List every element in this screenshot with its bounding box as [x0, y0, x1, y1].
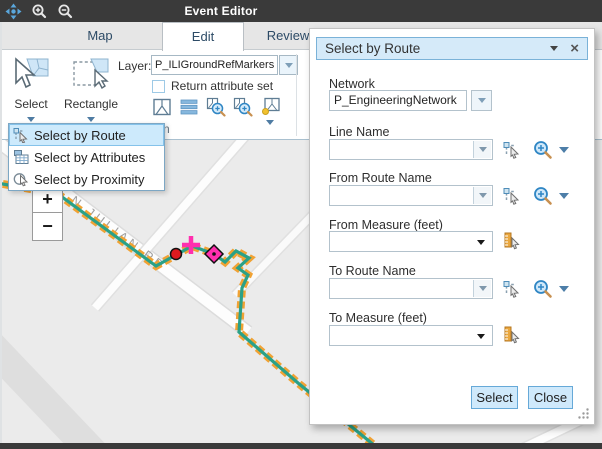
to-measure-combobox[interactable] [329, 325, 493, 346]
select-tool-caret-icon[interactable] [27, 117, 35, 122]
event-editor-window: N JULIAN RD + − [0, 0, 602, 449]
select-by-attributes-icon [13, 149, 29, 165]
from-measure-pick-icon[interactable] [503, 232, 521, 250]
zoom-out-icon[interactable] [57, 3, 74, 20]
rectangle-tool-caret-icon[interactable] [87, 117, 95, 122]
return-attribute-set-label: Return attribute set [171, 79, 273, 93]
return-attribute-set-checkbox[interactable] [152, 80, 165, 93]
select-by-route-icon [13, 127, 29, 143]
line-name-combobox[interactable] [329, 139, 493, 160]
network-dropdown-button[interactable] [471, 90, 492, 111]
from-measure-dropdown-icon[interactable] [477, 240, 485, 245]
line-select-on-map-icon[interactable] [503, 141, 521, 159]
menu-item-label: Select by Attributes [34, 150, 145, 165]
selection-options-caret-icon[interactable] [266, 120, 274, 125]
rectangle-tool-label: Rectangle [62, 97, 120, 111]
layer-label: Layer: [118, 59, 151, 73]
from-route-select-on-map-icon[interactable] [503, 187, 521, 205]
tab-edit[interactable]: Edit [162, 22, 244, 51]
to-route-label: To Route Name [329, 264, 416, 278]
to-route-combobox[interactable] [329, 278, 493, 299]
zoom-in-icon[interactable] [31, 3, 48, 20]
panel-resize-grip[interactable] [577, 407, 590, 420]
window-bottom-bar [0, 443, 602, 449]
panel-collapse-icon[interactable] [550, 46, 558, 51]
select-tool-label: Select [6, 97, 56, 111]
map-zoom-out-button[interactable]: − [32, 213, 63, 241]
select-dropdown-menu: Select by Route Select by Attributes Sel… [8, 123, 165, 191]
select-tool-button[interactable]: Select [6, 56, 56, 125]
from-route-combobox[interactable] [329, 185, 493, 206]
panel-close-icon[interactable]: × [570, 41, 579, 56]
ribbon-group-separator [296, 54, 297, 136]
select-button[interactable]: Select [471, 386, 518, 409]
zoom-to-selection-icon[interactable] [206, 97, 226, 117]
select-by-proximity-icon [13, 171, 29, 187]
from-route-label: From Route Name [329, 171, 432, 185]
menu-item-select-by-attributes[interactable]: Select by Attributes [9, 146, 164, 168]
pan-to-selection-icon[interactable] [233, 97, 253, 117]
title-bar: Event Editor [0, 0, 602, 22]
from-route-dropdown-button[interactable] [473, 187, 491, 204]
to-measure-dropdown-icon[interactable] [477, 334, 485, 339]
to-measure-pick-icon[interactable] [503, 326, 521, 344]
to-route-dropdown-button[interactable] [473, 280, 491, 297]
to-route-zoom-icon[interactable] [533, 279, 553, 299]
select-by-route-panel: Select by Route × Network P_EngineeringN… [309, 28, 595, 425]
from-route-zoom-caret-icon[interactable] [559, 193, 569, 199]
layer-combobox[interactable]: P_ILIGroundRefMarkers [151, 55, 278, 75]
menu-item-label: Select by Route [34, 128, 126, 143]
rectangle-tool-button[interactable]: Rectangle [62, 56, 120, 125]
from-measure-combobox[interactable] [329, 231, 493, 252]
from-route-zoom-icon[interactable] [533, 186, 553, 206]
select-tool-icon [11, 56, 51, 92]
close-button[interactable]: Close [528, 386, 573, 409]
network-label: Network [329, 77, 375, 91]
app-title: Event Editor [160, 4, 282, 18]
pan-tool-icon[interactable] [5, 3, 22, 20]
line-zoom-icon[interactable] [533, 140, 553, 160]
panel-header[interactable]: Select by Route × [316, 37, 588, 60]
diamond-center-dot [212, 252, 216, 256]
window-left-edge [0, 22, 2, 443]
menu-item-select-by-route[interactable]: Select by Route [9, 124, 164, 146]
to-route-select-on-map-icon[interactable] [503, 280, 521, 298]
rectangle-tool-icon [71, 56, 111, 92]
network-combobox[interactable]: P_EngineeringNetwork [329, 90, 467, 111]
red-point-marker [171, 249, 182, 260]
attributes-list-icon[interactable] [179, 97, 199, 117]
line-zoom-caret-icon[interactable] [559, 147, 569, 153]
line-name-dropdown-button[interactable] [473, 141, 491, 158]
line-name-label: Line Name [329, 125, 389, 139]
selection-options-icon[interactable] [261, 97, 281, 117]
to-route-zoom-caret-icon[interactable] [559, 286, 569, 292]
road-wide [0, 336, 102, 443]
tab-map[interactable]: Map [58, 22, 142, 50]
to-measure-label: To Measure (feet) [329, 311, 427, 325]
selectable-layers-icon[interactable] [152, 97, 172, 117]
panel-title: Select by Route [325, 41, 420, 56]
menu-item-select-by-proximity[interactable]: Select by Proximity [9, 168, 164, 190]
from-measure-label: From Measure (feet) [329, 218, 443, 232]
menu-item-label: Select by Proximity [34, 172, 145, 187]
